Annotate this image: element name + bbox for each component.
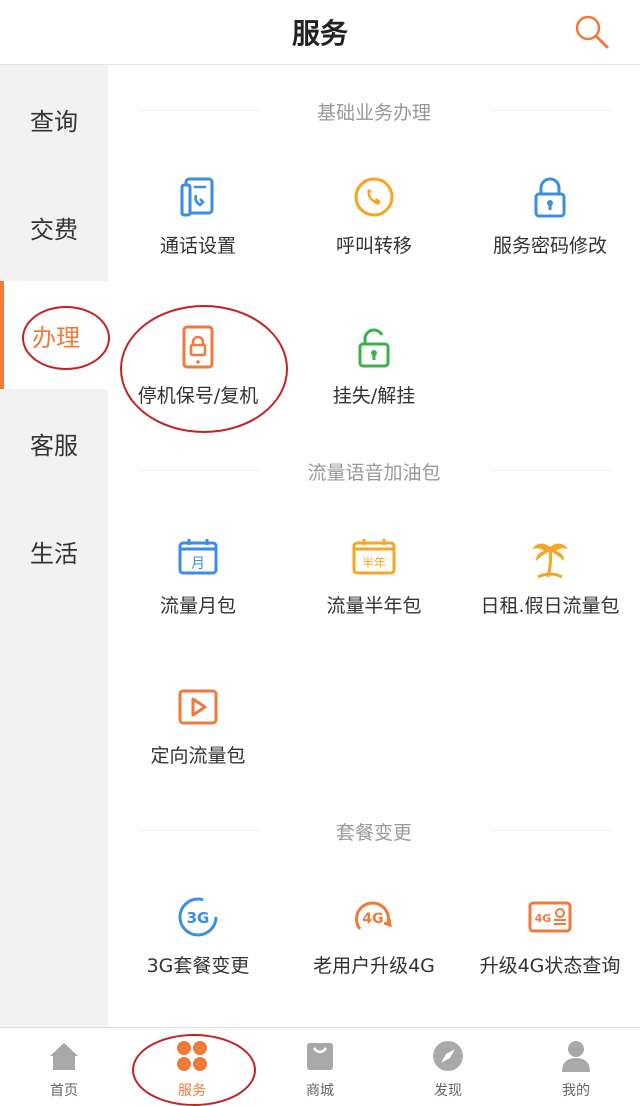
service-label: 3G套餐变更 — [146, 955, 250, 977]
tab-label: 首页 — [50, 1083, 78, 1099]
palm-tree-icon — [532, 543, 568, 579]
section-title-plan: 套餐变更 — [108, 818, 640, 845]
phone-lock-icon — [182, 325, 214, 369]
tab-discover[interactable]: 发现 — [384, 1028, 512, 1104]
service-halfyear-data[interactable]: 半年 流量半年包 — [284, 533, 464, 618]
service-label: 日租.假日流量包 — [480, 595, 620, 617]
4g-upgrade-icon: 4G — [355, 901, 392, 930]
service-call-forward[interactable]: 呼叫转移 — [284, 173, 464, 258]
divider — [490, 830, 610, 831]
service-label: 流量半年包 — [326, 595, 422, 617]
section-title-data: 流量语音加油包 — [108, 458, 640, 485]
calendar-badge: 半年 — [362, 556, 386, 570]
service-label: 老用户升级4G — [313, 955, 435, 977]
sidebar-item-query[interactable]: 查询 — [0, 65, 108, 173]
play-icon — [178, 689, 218, 725]
section-title-text: 基础业务办理 — [316, 102, 431, 124]
tab-mall[interactable]: 商城 — [256, 1028, 384, 1104]
grid-icon — [177, 1041, 207, 1071]
service-directed-data[interactable]: 定向流量包 — [108, 683, 288, 768]
unlock-icon — [358, 328, 390, 368]
service-4g-status-query[interactable]: 4G 升级4G状态查询 — [460, 893, 640, 978]
section-title-text: 套餐变更 — [335, 822, 412, 844]
compass-icon — [433, 1041, 463, 1071]
tab-label: 商城 — [306, 1083, 334, 1099]
divider — [138, 830, 258, 831]
tab-mine[interactable]: 我的 — [512, 1028, 640, 1104]
service-password-change[interactable]: 服务密码修改 — [460, 173, 640, 258]
service-report-loss[interactable]: 挂失/解挂 — [284, 323, 464, 408]
calendar-month-icon: 月 — [178, 539, 218, 575]
4g-query-icon: 4G — [528, 901, 572, 933]
call-forward-icon — [354, 177, 394, 217]
page-title: 服务 — [291, 17, 348, 50]
tab-home[interactable]: 首页 — [0, 1028, 128, 1104]
divider — [138, 110, 258, 111]
tab-label: 服务 — [178, 1083, 206, 1099]
calendar-badge: 月 — [191, 556, 205, 572]
sidebar-item-label: 交费 — [30, 215, 78, 244]
divider — [490, 110, 610, 111]
service-label: 停机保号/复机 — [137, 385, 259, 407]
service-label: 通话设置 — [159, 235, 236, 257]
service-3g-plan-change[interactable]: 3G 3G套餐变更 — [108, 893, 288, 978]
search-icon[interactable] — [572, 12, 612, 52]
service-label: 呼叫转移 — [335, 235, 412, 257]
service-suspend-resume[interactable]: 停机保号/复机 — [108, 323, 288, 408]
service-label: 服务密码修改 — [492, 235, 607, 257]
home-icon — [50, 1043, 78, 1070]
service-label: 升级4G状态查询 — [479, 955, 621, 977]
sidebar-item-label: 生活 — [30, 539, 78, 568]
network-badge: 3G — [187, 909, 210, 927]
service-daily-holiday-data[interactable]: 日租.假日流量包 — [460, 533, 640, 618]
network-badge: 4G — [535, 912, 552, 925]
tab-service[interactable]: 服务 — [128, 1028, 256, 1104]
sidebar-item-life[interactable]: 生活 — [0, 497, 108, 605]
sidebar-item-label: 办理 — [32, 323, 80, 352]
phone-book-icon — [180, 177, 214, 217]
lock-icon — [534, 177, 566, 218]
service-label: 挂失/解挂 — [332, 385, 416, 407]
sidebar-item-label: 客服 — [30, 431, 78, 460]
service-4g-upgrade[interactable]: 4G 老用户升级4G — [284, 893, 464, 978]
sidebar-item-handle[interactable]: 办理 — [0, 281, 108, 389]
service-monthly-data[interactable]: 月 流量月包 — [108, 533, 288, 618]
sidebar-item-pay[interactable]: 交费 — [0, 173, 108, 281]
tab-label: 发现 — [434, 1083, 462, 1099]
main-content: 基础业务办理 通话设置 呼叫转移 服务密码修改 停机保号/复机 挂失/解挂 流量… — [108, 65, 640, 1027]
calendar-halfyear-icon: 半年 — [352, 539, 396, 575]
section-title-basic: 基础业务办理 — [108, 98, 640, 125]
divider — [138, 470, 258, 471]
network-badge: 4G — [362, 911, 383, 927]
divider — [490, 470, 610, 471]
service-call-settings[interactable]: 通话设置 — [108, 173, 288, 258]
service-label: 定向流量包 — [150, 745, 246, 767]
sidebar: 查询 交费 办理 客服 生活 — [0, 65, 108, 1027]
person-icon — [562, 1041, 590, 1072]
shopping-bag-icon — [307, 1043, 333, 1070]
3g-icon: 3G — [178, 897, 218, 937]
section-title-text: 流量语音加油包 — [307, 462, 441, 484]
bottom-tabbar: 首页 服务 商城 发现 我的 — [0, 1027, 640, 1104]
header: 服务 — [0, 0, 640, 65]
sidebar-item-service[interactable]: 客服 — [0, 389, 108, 497]
sidebar-item-label: 查询 — [30, 107, 78, 136]
tab-label: 我的 — [562, 1083, 590, 1099]
service-label: 流量月包 — [159, 595, 236, 617]
